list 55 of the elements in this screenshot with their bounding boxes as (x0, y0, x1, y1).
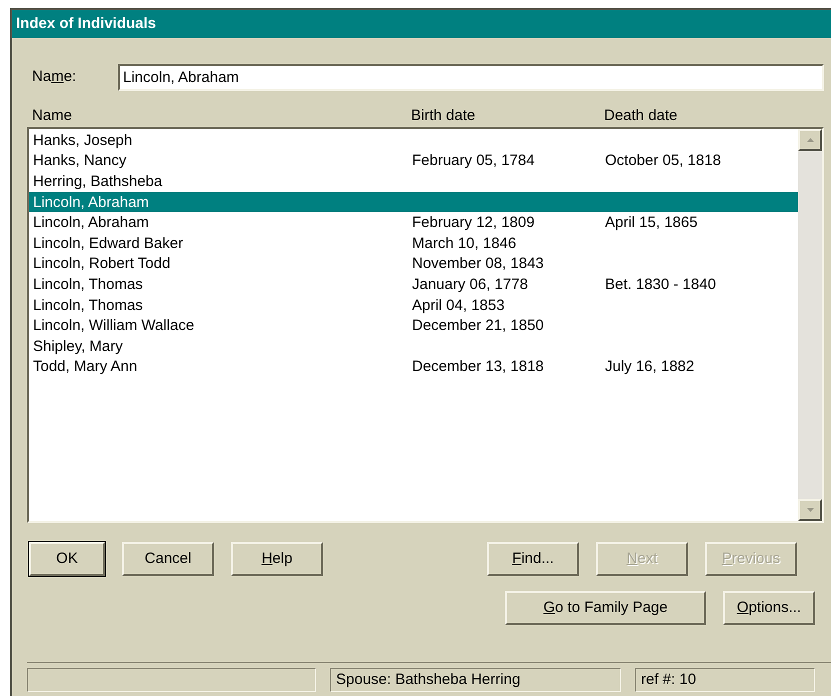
name-cell-text: Lincoln, Edward Baker (33, 236, 184, 251)
name-field[interactable]: Lincoln, Abraham (118, 64, 824, 91)
list-row[interactable]: Shipley, Mary (29, 336, 798, 357)
name-cell-text: Herring, Bathsheba (33, 174, 164, 189)
scroll-up-button[interactable] (798, 129, 822, 151)
name-cell-text: Todd, Mary Ann (33, 359, 138, 374)
list-row[interactable]: Lincoln, Abraham (29, 192, 798, 212)
status-panel: ref #: 10 (635, 668, 815, 692)
name-cell-text: Lincoln, Robert Todd (33, 256, 172, 272)
birth-date-cell-text: April 04, 1853 (412, 298, 506, 313)
death-date-cell: April 15, 1865 (605, 215, 698, 230)
scroll-down-button[interactable] (798, 499, 822, 521)
list-row[interactable]: Lincoln, Thomas April 04, 1853 (29, 294, 798, 316)
death-date-cell: October 05, 1818 (605, 153, 721, 168)
dialog-button[interactable]: OK (29, 542, 105, 576)
list-row[interactable]: Hanks, Joseph (29, 130, 798, 151)
list-row[interactable]: Todd, Mary Ann December 13, 1818 July 16, 1882 (29, 356, 798, 378)
name-cell-text: Hanks, Joseph (33, 132, 134, 148)
name-cell-text: Lincoln, Thomas (33, 298, 144, 313)
name-cell-text: Shipley, Mary (33, 338, 124, 354)
dialog-button[interactable]: Cancel (122, 542, 214, 576)
birth-date-cell-text: February 12, 1809 (412, 215, 536, 230)
dialog-button[interactable]: Options... (723, 591, 815, 625)
birth-date-cell-text: March 10, 1846 (412, 236, 518, 251)
birth-date-cell-text: February 05, 1784 (412, 153, 536, 168)
column-header: Birth date (411, 106, 476, 126)
death-date-cell: Bet. 1830 - 1840 (605, 276, 716, 292)
name-cell-text: Lincoln, William Wallace (33, 318, 196, 334)
dialog-button[interactable]: Go to Family Page (505, 591, 706, 625)
birth-date-cell-text: January 06, 1778 (412, 276, 529, 292)
dialog-button[interactable]: Find... (487, 542, 579, 576)
dialog-button[interactable]: Help (231, 542, 323, 576)
name-cell-text: Lincoln, Abraham (33, 194, 150, 210)
list-row[interactable]: Herring, Bathsheba (29, 171, 798, 192)
list-row[interactable]: Lincoln, William Wallace December 21, 1850 (29, 315, 798, 336)
list-row[interactable]: Lincoln, Abraham February 12, 1809 April 15, 1865 (29, 212, 798, 233)
list-row[interactable]: Lincoln, Thomas January 06, 1778 Bet. 1830 - 1840 (29, 274, 798, 295)
up-arrow-icon (806, 138, 814, 142)
name-label: Name: (32, 67, 78, 88)
status-panel: Spouse: Bathsheba Herring (330, 668, 621, 692)
column-header: Death date (604, 106, 678, 126)
birth-date-cell-text: December 21, 1850 (412, 318, 545, 334)
birth-date-cell-text: November 08, 1843 (412, 256, 545, 272)
name-cell-text: Lincoln, Thomas (33, 276, 144, 292)
window-title: Index of Individuals (16, 14, 156, 34)
scrollbar[interactable] (798, 129, 822, 521)
list-row[interactable]: Lincoln, Edward Baker March 10, 1846 (29, 232, 798, 254)
birth-date-cell-text: December 13, 1818 (412, 359, 545, 374)
name-cell-text: Hanks, Nancy (33, 153, 128, 168)
name-cell-text: Lincoln, Abraham (33, 215, 150, 230)
death-date-cell: July 16, 1882 (605, 359, 694, 374)
list-row[interactable]: Lincoln, Robert Todd November 08, 1843 (29, 254, 798, 274)
list-row[interactable]: Hanks, Nancy February 05, 1784 October 05, 1818 (29, 150, 798, 172)
column-header: Name (32, 106, 74, 126)
down-arrow-icon (806, 508, 814, 512)
